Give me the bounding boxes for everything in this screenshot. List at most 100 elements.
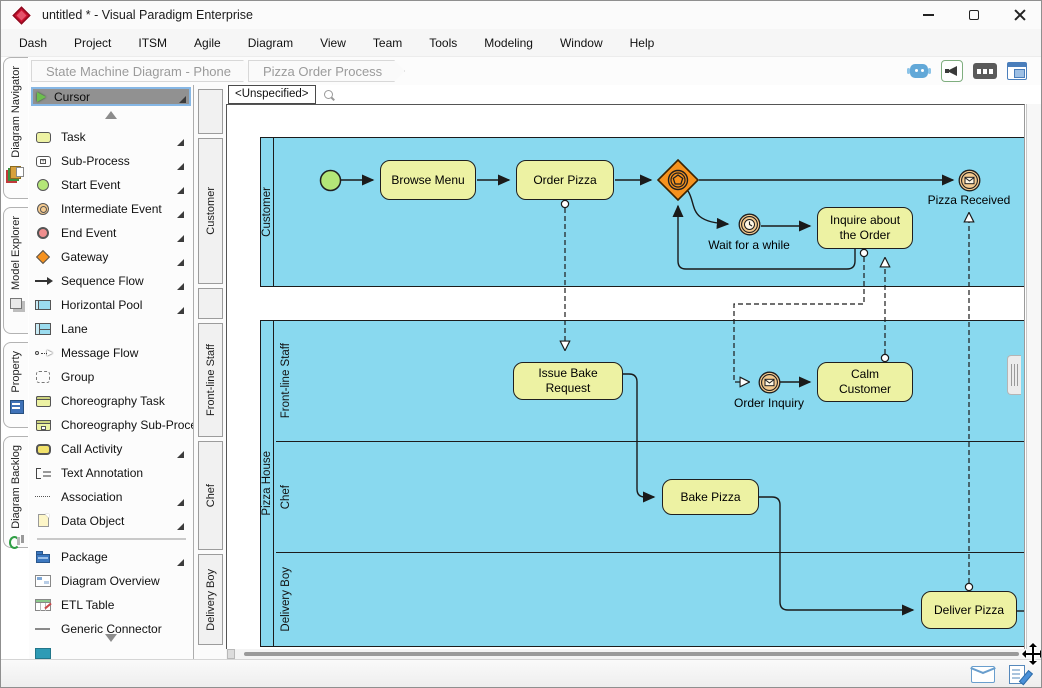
palette-package[interactable]: Package	[29, 545, 194, 569]
pool-pizza-house-header[interactable]: Pizza House	[261, 321, 274, 646]
menu-project[interactable]: Project	[74, 36, 111, 50]
panel-grip-handle[interactable]	[1007, 355, 1021, 395]
palette-call-activity[interactable]: Call Activity	[29, 437, 194, 461]
task-icon	[35, 129, 53, 145]
palette-message-flow[interactable]: Message Flow	[29, 341, 194, 365]
etl-table-icon	[35, 597, 53, 613]
palette-choreography-sub-process[interactable]: Choreography Sub-Process	[29, 413, 194, 437]
event-order-inquiry[interactable]	[758, 371, 781, 394]
panel-layout-icon[interactable]	[1007, 62, 1027, 80]
diagram-overview-icon	[35, 573, 53, 589]
horizontal-scrollbar[interactable]	[226, 649, 1042, 659]
edit-note-icon[interactable]	[1009, 665, 1025, 684]
palette-gateway[interactable]: Gateway	[29, 245, 194, 269]
generic-connector-icon	[35, 621, 53, 637]
event-pizza-received[interactable]	[958, 169, 981, 192]
filmstrip-capture-icon[interactable]	[973, 63, 997, 79]
diagram-canvas[interactable]: Customer Pizza House Front-line Staff Ch…	[226, 104, 1025, 649]
strip-box-customer: Customer	[198, 138, 223, 284]
breadcrumb: State Machine Diagram - Phone Pizza Orde…	[29, 57, 1042, 85]
task-order-pizza[interactable]: Order Pizza	[516, 160, 614, 200]
menu-help[interactable]: Help	[630, 36, 655, 50]
menu-modeling[interactable]: Modeling	[484, 36, 533, 50]
tab-diagram-backlog[interactable]: Diagram Backlog	[3, 436, 28, 548]
minimize-button[interactable]	[905, 1, 951, 29]
association-icon	[35, 489, 53, 505]
palette-data-object[interactable]: Data Object	[29, 509, 194, 533]
palette-cursor[interactable]: Cursor	[31, 87, 191, 106]
palette-scroll-up-icon[interactable]	[105, 111, 117, 119]
palette-group[interactable]: Group	[29, 365, 194, 389]
announcement-megaphone-icon[interactable]	[941, 60, 963, 82]
palette-start-event[interactable]: Start Event	[29, 173, 194, 197]
menu-diagram[interactable]: Diagram	[248, 36, 293, 50]
visual-paradigm-logo-icon	[12, 6, 30, 24]
palette-text-annotation[interactable]: Text Annotation	[29, 461, 194, 485]
horizontal-pool-icon	[35, 297, 53, 313]
task-deliver-pizza[interactable]: Deliver Pizza	[921, 591, 1017, 629]
start-event-node[interactable]	[319, 169, 342, 192]
strip-box-blank-gap	[198, 288, 223, 319]
task-calm-customer[interactable]: Calm Customer	[817, 362, 913, 402]
strip-box-frontline-staff: Front-line Staff	[198, 323, 223, 437]
palette-end-event[interactable]: End Event	[29, 221, 194, 245]
strip-box-chef: Chef	[198, 441, 223, 550]
palette-etl-table[interactable]: ETL Table	[29, 593, 194, 617]
tab-model-explorer[interactable]: Model Explorer	[3, 207, 28, 334]
end-event-icon	[35, 225, 53, 241]
model-explorer-icon	[9, 296, 24, 310]
palette-scroll-down-icon[interactable]	[105, 634, 117, 642]
menu-window[interactable]: Window	[560, 36, 603, 50]
breadcrumb-tab-state-machine[interactable]: State Machine Diagram - Phone	[31, 60, 254, 82]
magnifier-icon[interactable]	[322, 89, 336, 103]
palette-diagram-overview[interactable]: Diagram Overview	[29, 569, 194, 593]
horizontal-scrollbar-thumb[interactable]	[244, 652, 1019, 656]
tab-diagram-navigator[interactable]: Diagram Navigator	[3, 57, 28, 199]
palette-choreography-task[interactable]: Choreography Task	[29, 389, 194, 413]
palette-lane[interactable]: Lane	[29, 317, 194, 341]
menu-view[interactable]: View	[320, 36, 346, 50]
menu-team[interactable]: Team	[373, 36, 402, 50]
event-gateway-node[interactable]	[656, 158, 700, 202]
task-browse-menu[interactable]: Browse Menu	[380, 160, 476, 200]
close-button[interactable]	[997, 1, 1042, 29]
label-pizza-received: Pizza Received	[918, 193, 1020, 207]
task-issue-bake-request[interactable]: Issue Bake Request	[513, 362, 623, 400]
menu-dash[interactable]: Dash	[19, 36, 47, 50]
diagram-tab-unspecified[interactable]: <Unspecified>	[228, 85, 316, 104]
palette-horizontal-pool[interactable]: Horizontal Pool	[29, 293, 194, 317]
menu-agile[interactable]: Agile	[194, 36, 221, 50]
group-icon	[35, 369, 53, 385]
pan-move-cursor-icon	[1023, 644, 1042, 664]
sequence-flow-icon	[35, 273, 53, 289]
pool-customer-header[interactable]: Customer	[261, 138, 274, 286]
lane-delivery-boy[interactable]: Delivery Boy	[276, 552, 1026, 646]
ai-robot-icon[interactable]	[907, 61, 931, 81]
menu-tools[interactable]: Tools	[429, 36, 457, 50]
task-bake-pizza[interactable]: Bake Pizza	[662, 479, 759, 515]
palette-sequence-flow[interactable]: Sequence Flow	[29, 269, 194, 293]
breadcrumb-tab-pizza-order[interactable]: Pizza Order Process	[248, 60, 405, 82]
palette-clipped-item[interactable]	[29, 641, 194, 659]
palette-intermediate-event[interactable]: Intermediate Event	[29, 197, 194, 221]
status-bar	[1, 659, 1042, 688]
start-event-icon	[35, 177, 53, 193]
vertical-scrollbar[interactable]	[1026, 104, 1042, 649]
task-inquire-about-order[interactable]: Inquire about the Order	[817, 207, 913, 249]
horizontal-scrollbar-stub[interactable]	[227, 649, 235, 659]
label-order-inquiry: Order Inquiry	[719, 396, 819, 410]
message-envelope-icon[interactable]	[971, 666, 995, 683]
maximize-button[interactable]	[951, 1, 997, 29]
palette-task[interactable]: Task	[29, 125, 194, 149]
menu-itsm[interactable]: ITSM	[138, 36, 167, 50]
palette-sub-process[interactable]: +Sub-Process	[29, 149, 194, 173]
property-icon	[9, 399, 24, 413]
tab-property[interactable]: Property	[3, 342, 28, 428]
palette-association[interactable]: Association	[29, 485, 194, 509]
canvas-tab-row: <Unspecified>	[226, 85, 1025, 104]
lane-chef[interactable]: Chef	[276, 441, 1026, 552]
event-wait-timer[interactable]	[738, 213, 761, 236]
clipped-item-icon	[35, 645, 53, 659]
diagram-backlog-icon	[9, 535, 24, 543]
package-icon	[35, 549, 53, 565]
